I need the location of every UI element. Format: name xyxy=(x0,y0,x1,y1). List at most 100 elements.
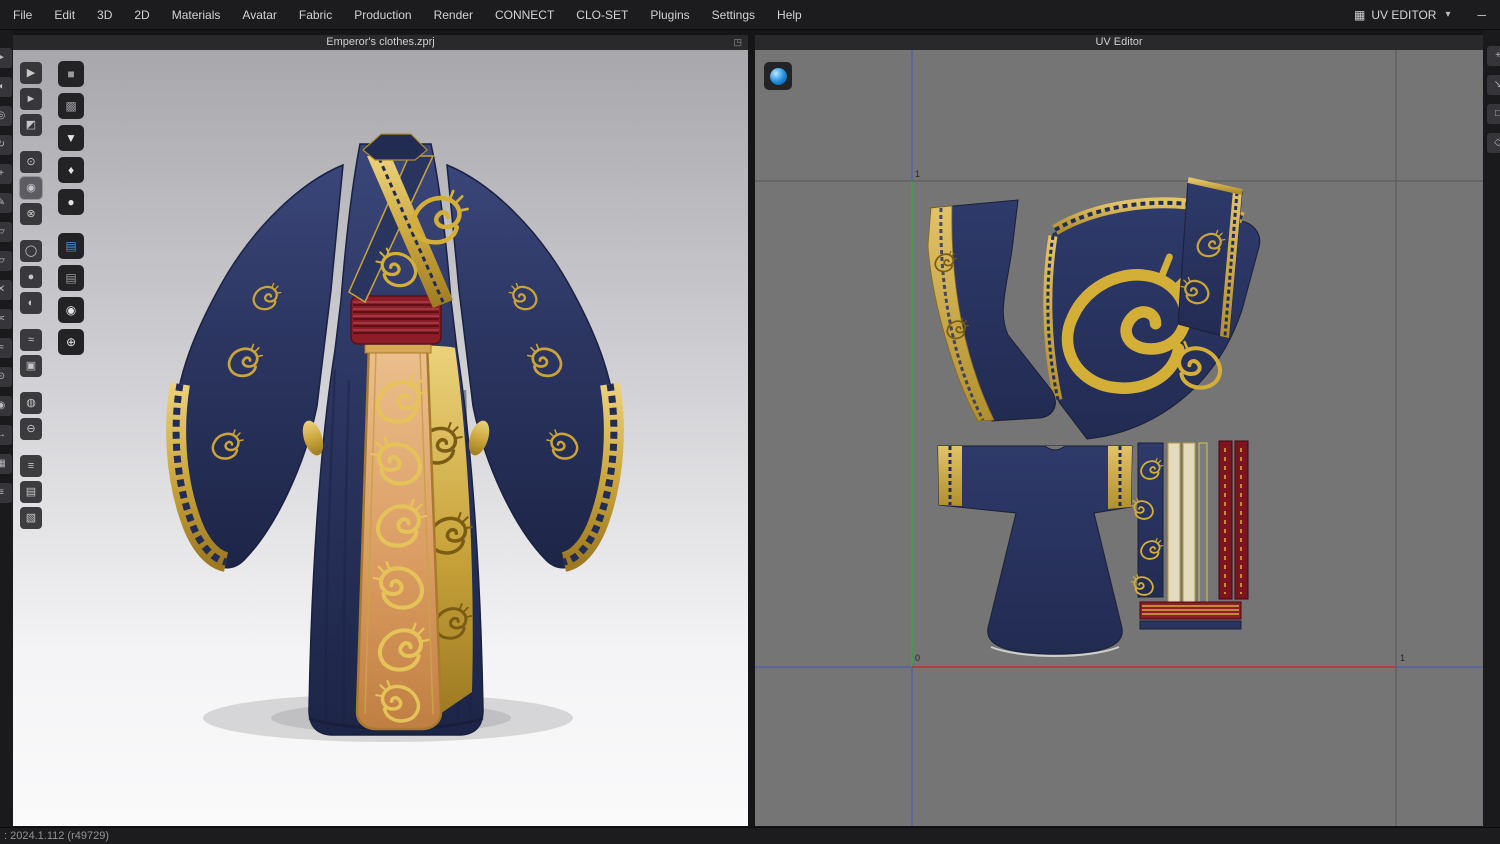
hemisphere-icon[interactable]: ◐ xyxy=(20,292,42,314)
uv-editor-title: UV Editor xyxy=(1095,36,1143,48)
uv-editor-toggle[interactable]: ▦ UV EDITOR xyxy=(1354,8,1436,22)
menu-help[interactable]: Help xyxy=(766,8,813,22)
scale-icon[interactable]: ↘ xyxy=(1487,75,1500,95)
uv-piece-belt[interactable] xyxy=(1139,601,1242,630)
material-sphere-button[interactable] xyxy=(764,62,792,90)
menu-file[interactable]: File xyxy=(2,8,43,22)
viewport-3d[interactable]: ▶ ► ◩ ⊙ ◉ ⊗ ◯ ● ◐ ≈ ▣ ◍ ⊖ ≡ ▤ ▧ ■ ▩ ▼ ♦ ● ▤ ▤ ◉ ⊕ xyxy=(13,50,748,826)
simulate-icon[interactable]: ▶ xyxy=(20,62,42,84)
menu-2d[interactable]: 2D xyxy=(123,8,160,22)
uv-label-u1: 1 xyxy=(1400,653,1406,663)
edit-pattern-icon[interactable]: ▱ xyxy=(0,222,12,242)
uv-canvas[interactable]: 1 0 1 xyxy=(755,50,1483,826)
show-head-icon[interactable]: ◉ xyxy=(58,297,84,323)
hand-icon[interactable]: ◖ xyxy=(0,77,12,97)
buttonhole-icon[interactable]: ⊖ xyxy=(20,418,42,440)
tool-group: ≡ ▤ ▧ xyxy=(20,453,42,531)
uv-layout[interactable] xyxy=(755,50,1483,826)
show-avatar-figure-icon[interactable]: ♦ xyxy=(58,157,84,183)
uv-grid-icon: ▦ xyxy=(1353,7,1366,22)
trace-icon[interactable]: ▱ xyxy=(0,251,12,271)
show-toggle-group: ▤ ▤ ◉ ⊕ xyxy=(58,230,84,358)
attach-icon-glyph: ⊗ xyxy=(26,207,36,220)
attach-icon[interactable]: ⊗ xyxy=(20,203,42,225)
steam-icon[interactable]: ≈ xyxy=(20,329,42,351)
simulate-icon-glyph: ▶ xyxy=(26,66,36,79)
menu-production[interactable]: Production xyxy=(343,8,422,22)
show-fabric-gray-icon[interactable]: ▤ xyxy=(58,265,84,291)
show-toggle-toolbar: ■ ▩ ▼ ♦ ● ▤ ▤ ◉ ⊕ xyxy=(58,58,84,358)
menu-3d[interactable]: 3D xyxy=(86,8,123,22)
waist-sash[interactable] xyxy=(350,295,442,345)
pin-icon[interactable]: ⊙ xyxy=(0,367,12,387)
menu-render[interactable]: Render xyxy=(423,8,484,22)
zipper-icon[interactable]: ≡ xyxy=(20,455,42,477)
tack-icon[interactable]: ◉ xyxy=(0,396,12,416)
front-panel[interactable] xyxy=(355,339,443,731)
tack-icon-glyph: ◉ xyxy=(0,400,6,411)
select-mesh-icon[interactable]: ◩ xyxy=(20,114,42,136)
free-sewing-icon[interactable]: ≈ xyxy=(0,338,12,358)
menu-avatar[interactable]: Avatar xyxy=(231,8,287,22)
sphere-icon[interactable]: ● xyxy=(20,266,42,288)
menu-edit[interactable]: Edit xyxy=(43,8,86,22)
measure-icon[interactable]: ↔ xyxy=(0,425,12,445)
menu-materials[interactable]: Materials xyxy=(161,8,232,22)
app-window: File Edit 3D 2D Materials Avatar Fabric Product… xyxy=(0,0,1500,844)
texture-icon[interactable]: ▦ xyxy=(0,454,12,474)
show-globe-icon[interactable]: ⊕ xyxy=(58,329,84,355)
sewing-icon[interactable]: ≍ xyxy=(0,309,12,329)
viewport-3d-titlebar[interactable]: Emperor's clothes.zprj ◳ xyxy=(13,35,748,50)
frame-icon[interactable]: □ xyxy=(1487,104,1500,124)
garment-render[interactable] xyxy=(13,50,748,826)
grade-icon[interactable]: ≡ xyxy=(0,483,12,503)
solidify-icon-glyph: ▣ xyxy=(25,359,37,372)
button-icon[interactable]: ◍ xyxy=(20,392,42,414)
uv-piece-collar-strip[interactable] xyxy=(1130,442,1164,598)
button-icon-glyph: ◍ xyxy=(26,396,36,409)
pen-icon[interactable]: ✎ xyxy=(0,193,12,213)
menu-settings[interactable]: Settings xyxy=(701,8,766,22)
panel-divider[interactable] xyxy=(748,30,755,827)
pin-icon[interactable]: ⊙ xyxy=(20,151,42,173)
uv-label-origin: 0 xyxy=(915,653,921,663)
uv-piece-sleeve-left[interactable] xyxy=(927,199,1056,422)
uv-grid xyxy=(755,50,1483,826)
show-avatar-bust-icon[interactable]: ● xyxy=(58,189,84,215)
select-move-icon[interactable]: ► xyxy=(20,88,42,110)
minimize-icon[interactable]: ─ xyxy=(1473,8,1490,22)
buttonhole-icon-glyph: ⊖ xyxy=(26,422,36,435)
show-avatar-figure-icon-glyph: ♦ xyxy=(67,163,75,177)
menu-connect[interactable]: CONNECT xyxy=(484,8,565,22)
cursor-icon[interactable]: ► xyxy=(0,48,12,68)
zoom-icon[interactable]: ◎ xyxy=(0,106,12,126)
menu-plugins[interactable]: Plugins xyxy=(639,8,700,22)
menu-fabric[interactable]: Fabric xyxy=(288,8,343,22)
chevron-down-icon[interactable]: ▾ xyxy=(1445,9,1450,20)
show-fabric-gray-icon-glyph: ▤ xyxy=(65,271,77,285)
uv-piece-red-strips[interactable] xyxy=(1218,440,1249,600)
gizmo-icon[interactable]: + xyxy=(1487,46,1500,66)
snap-icon[interactable]: ◇ xyxy=(1487,133,1500,153)
show-fabric-blue-icon[interactable]: ▤ xyxy=(58,233,84,259)
show-garment-cube-icon[interactable]: ■ xyxy=(58,61,84,87)
pan-icon[interactable]: + xyxy=(0,164,12,184)
tool-group: ⊙ ◉ ⊗ xyxy=(19,149,43,227)
trim-box-icon[interactable]: ▤ xyxy=(20,481,42,503)
undock-window-icon[interactable]: ◳ xyxy=(733,35,742,50)
menu-items: File Edit 3D 2D Materials Avatar Fabric Product… xyxy=(2,8,813,22)
uv-piece-robe-back[interactable] xyxy=(937,445,1133,657)
rotate-view-icon[interactable]: ↻ xyxy=(0,135,12,155)
uv-editor-titlebar[interactable]: UV Editor xyxy=(755,35,1483,50)
solidify-icon[interactable]: ▣ xyxy=(20,355,42,377)
scissors-icon[interactable]: ✕ xyxy=(0,280,12,300)
trim-box-icon-glyph: ▤ xyxy=(25,485,37,498)
show-garment-shaded-icon[interactable]: ▩ xyxy=(58,93,84,119)
ring-icon[interactable]: ◯ xyxy=(20,240,42,262)
hemisphere-icon-glyph: ◐ xyxy=(27,296,35,309)
tack-on-avatar-icon[interactable]: ◉ xyxy=(19,176,43,200)
padding-icon[interactable]: ▧ xyxy=(20,507,42,529)
uv-piece-trim-strips[interactable] xyxy=(1167,442,1208,606)
show-shirt-icon[interactable]: ▼ xyxy=(58,125,84,151)
menu-clo-set[interactable]: CLO-SET xyxy=(565,8,639,22)
